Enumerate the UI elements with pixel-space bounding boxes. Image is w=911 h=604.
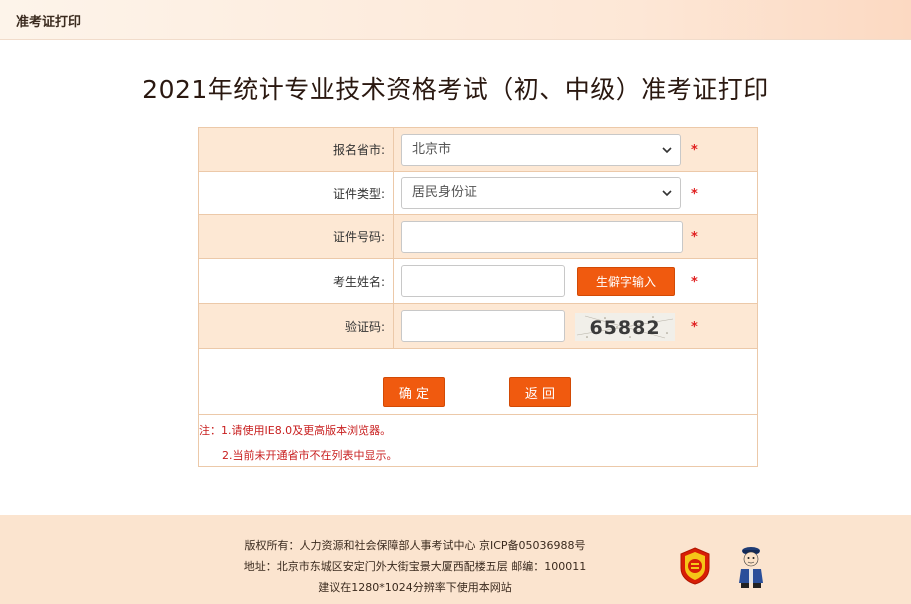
captcha-text: 65882 <box>589 317 660 339</box>
province-select[interactable]: 北京市 <box>401 134 681 166</box>
captcha-label: 验证码: <box>199 304 394 348</box>
chevron-down-icon <box>662 147 672 154</box>
note-line-2: 2.当前未开通省市不在列表中显示。 <box>222 449 398 462</box>
cert-no-label: 证件号码: <box>199 215 394 258</box>
cert-type-select-value: 居民身份证 <box>412 185 478 200</box>
admission-ticket-form: 报名省市: 北京市 * 证件类型: 居民身份证 * 证件号码: * 考生姓名: … <box>198 127 758 467</box>
page-title: 2021年统计专业技术资格考试（初、中级）准考证打印 <box>142 75 769 104</box>
back-button[interactable]: 返 回 <box>509 377 571 407</box>
province-row: 报名省市: 北京市 * <box>199 128 757 172</box>
captcha-image[interactable]: 65882 <box>575 313 675 341</box>
required-mark: * <box>691 230 698 245</box>
required-mark: * <box>691 320 698 335</box>
rare-char-input-button[interactable]: 生僻字输入 <box>577 267 675 296</box>
chevron-down-icon <box>662 190 672 197</box>
name-row: 考生姓名: 生僻字输入 * <box>199 259 757 304</box>
action-row: 确 定 返 回 <box>199 349 757 415</box>
top-bar: 准考证打印 <box>0 0 911 40</box>
police-mascot-icon[interactable] <box>736 545 766 589</box>
header-title: 准考证打印 <box>16 15 82 30</box>
captcha-input[interactable] <box>401 310 565 342</box>
cert-type-select[interactable]: 居民身份证 <box>401 177 681 209</box>
cert-no-input[interactable] <box>401 221 683 253</box>
cert-no-row: 证件号码: * <box>199 215 757 259</box>
required-mark: * <box>691 187 698 202</box>
footer: 版权所有：人力资源和社会保障部人事考试中心 京ICP备05036988号 地址：… <box>0 515 911 604</box>
cert-type-label: 证件类型: <box>199 172 394 214</box>
province-select-value: 北京市 <box>412 142 452 157</box>
name-label: 考生姓名: <box>199 259 394 303</box>
required-mark: * <box>691 143 698 158</box>
confirm-button[interactable]: 确 定 <box>383 377 445 407</box>
emblem-icon[interactable] <box>678 546 712 586</box>
name-input[interactable] <box>401 265 565 297</box>
captcha-row: 验证码: 65882 * <box>199 304 757 349</box>
note-line-1: 注：1.请使用IE8.0及更高版本浏览器。 <box>199 424 392 437</box>
cert-type-row: 证件类型: 居民身份证 * <box>199 172 757 215</box>
province-label: 报名省市: <box>199 128 394 171</box>
required-mark: * <box>691 275 698 290</box>
